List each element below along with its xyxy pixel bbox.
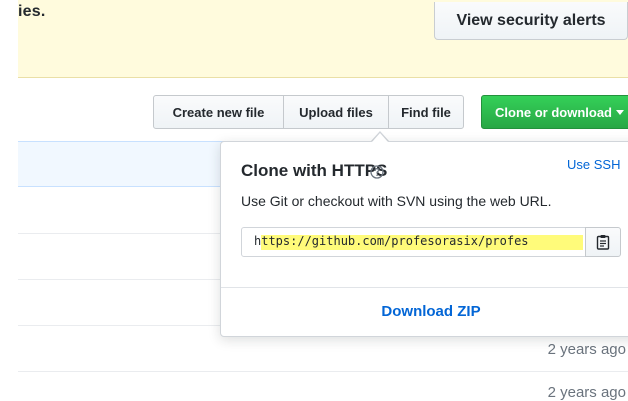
- file-actions-group: Create new file Upload files Find file: [153, 95, 464, 129]
- upload-files-button[interactable]: Upload files: [283, 95, 389, 129]
- use-ssh-link[interactable]: Use SSH: [567, 157, 620, 172]
- row-divider: [18, 371, 628, 372]
- find-file-button[interactable]: Find file: [388, 95, 464, 129]
- clipboard-icon: [596, 235, 610, 250]
- view-security-alerts-button[interactable]: View security alerts: [434, 2, 628, 40]
- chevron-down-icon: [616, 109, 624, 115]
- popover-title: Clone with HTTPS: [241, 161, 388, 180]
- url-highlight: [261, 235, 583, 250]
- clone-popover: Clone with HTTPS Use SSH Use Git or chec…: [220, 141, 628, 337]
- download-zip-link[interactable]: Download ZIP: [221, 303, 628, 320]
- copy-to-clipboard-button[interactable]: [585, 227, 621, 257]
- question-circle-icon[interactable]: [370, 165, 384, 179]
- security-alert-banner: ies. View security alerts: [18, 0, 628, 78]
- clone-or-download-button[interactable]: Clone or download: [481, 95, 628, 129]
- banner-text: ies.: [18, 3, 46, 20]
- popover-divider: [221, 287, 628, 288]
- clone-url-field[interactable]: https://github.com/profesorasix/profes: [241, 227, 586, 257]
- clone-or-download-label: Clone or download: [495, 104, 612, 120]
- create-new-file-button[interactable]: Create new file: [153, 95, 284, 129]
- popover-arrow-fill: [372, 133, 388, 142]
- clone-description: Use Git or checkout with SVN using the w…: [241, 193, 552, 209]
- clone-url-text: https://github.com/profesorasix/profes: [254, 234, 529, 248]
- commit-age: 2 years ago: [547, 341, 626, 358]
- commit-age: 2 years ago: [547, 384, 626, 401]
- repository-page: ies. View security alerts Create new fil…: [0, 0, 628, 401]
